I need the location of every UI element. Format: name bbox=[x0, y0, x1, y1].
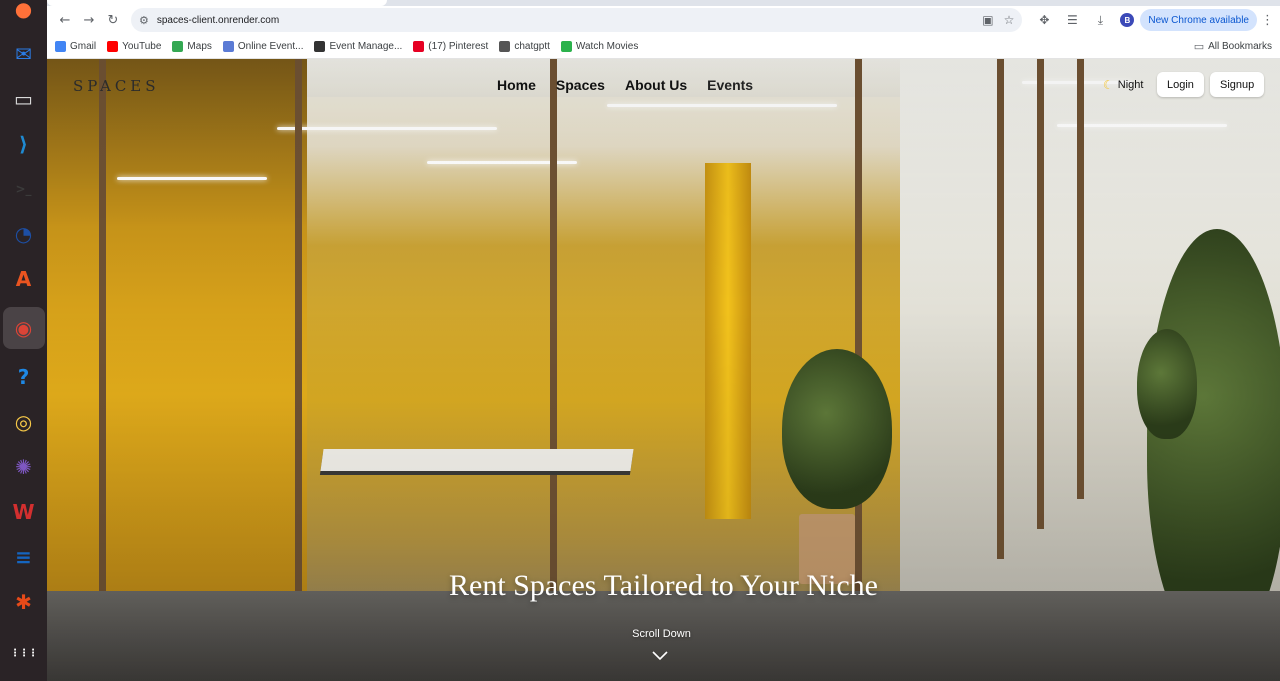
bookmark-item[interactable]: Watch Movies bbox=[560, 40, 639, 52]
signup-button[interactable]: Signup bbox=[1210, 72, 1265, 97]
bookmark-label: Maps bbox=[187, 40, 212, 52]
bookmark-label: chatgptt bbox=[514, 40, 550, 52]
bookmark-label: Event Manage... bbox=[329, 40, 403, 52]
wps-icon[interactable]: W bbox=[7, 495, 41, 529]
show-apps-icon[interactable]: ⋮⋮⋮ bbox=[10, 637, 38, 671]
bookmark-favicon-icon bbox=[172, 40, 184, 52]
forward-icon[interactable]: → bbox=[77, 9, 101, 31]
bookmark-favicon-icon bbox=[499, 40, 511, 52]
download-icon[interactable]: ⤓ bbox=[1089, 9, 1111, 31]
nav-about-us[interactable]: About Us bbox=[625, 77, 687, 93]
all-bookmarks-label: All Bookmarks bbox=[1208, 40, 1272, 52]
network-icon[interactable]: ✺ bbox=[7, 450, 41, 484]
nav-events[interactable]: Events bbox=[707, 77, 753, 93]
ubuntu-dock: ● ✉ ▭ ⟩ >_ ◔ A ◉? ◎ ✺ W ≡ ✱ ⋮⋮⋮ bbox=[0, 0, 47, 681]
bookmark-label: Watch Movies bbox=[575, 40, 639, 52]
app-center-icon[interactable]: A bbox=[7, 262, 41, 296]
site-nav: Home Spaces About Us Events bbox=[497, 77, 753, 93]
folder-icon: ▭ bbox=[1193, 39, 1205, 53]
bookmark-label: (17) Pinterest bbox=[428, 40, 489, 52]
bookmarks-bar: Gmail YouTube Maps Online Event... Event Man… bbox=[47, 34, 1280, 59]
bookmark-item[interactable]: YouTube bbox=[107, 40, 162, 52]
bookmark-item[interactable]: Event Manage... bbox=[314, 40, 403, 52]
bookmark-star-icon[interactable]: ☆ bbox=[1004, 13, 1015, 27]
theme-label: Night bbox=[1117, 79, 1144, 91]
tab-strip bbox=[47, 0, 1280, 6]
profile-avatar[interactable]: B bbox=[1120, 13, 1135, 27]
site-logo[interactable]: SPACES bbox=[73, 77, 160, 95]
files-icon[interactable]: ▭ bbox=[7, 82, 41, 116]
all-bookmarks-button[interactable]: ▭ All Bookmarks bbox=[1194, 40, 1272, 53]
settings-icon[interactable]: ✱ bbox=[7, 585, 41, 619]
bookmark-label: YouTube bbox=[122, 40, 162, 52]
bookmark-item[interactable]: Online Event... bbox=[222, 40, 304, 52]
active-tab[interactable] bbox=[47, 0, 387, 6]
bookmark-item[interactable]: chatgptt bbox=[499, 40, 550, 52]
reload-icon[interactable]: ↻ bbox=[101, 9, 125, 31]
timer-icon[interactable]: ◔ bbox=[7, 217, 41, 251]
nav-home[interactable]: Home bbox=[497, 77, 536, 93]
address-bar[interactable]: ⚙ spaces-client.onrender.com ▣ ☆ bbox=[131, 8, 1023, 32]
chrome-update-button[interactable]: New Chrome available bbox=[1140, 9, 1257, 31]
browser-toolbar: ← → ↻ ⚙ spaces-client.onrender.com ▣ ☆ ✥… bbox=[47, 6, 1280, 34]
bookmark-item[interactable]: (17) Pinterest bbox=[413, 40, 489, 52]
extensions-icon[interactable]: ✥ bbox=[1033, 9, 1055, 31]
page-viewport: SPACES Home Spaces About Us Events ☾ Nig… bbox=[47, 59, 1280, 681]
rhythmbox-icon[interactable]: ◎ bbox=[7, 405, 41, 439]
bookmark-label: Online Event... bbox=[237, 40, 304, 52]
vscode-icon[interactable]: ⟩ bbox=[7, 127, 41, 161]
terminal-icon[interactable]: >_ bbox=[7, 172, 41, 206]
bookmark-favicon-icon bbox=[314, 40, 326, 52]
moon-icon: ☾ bbox=[1103, 78, 1114, 92]
bookmark-favicon-icon bbox=[55, 40, 66, 52]
thunderbird-icon[interactable]: ✉ bbox=[7, 37, 41, 71]
firefox-icon[interactable]: ● bbox=[7, 0, 41, 26]
reading-list-icon[interactable]: ☰ bbox=[1061, 9, 1083, 31]
help-icon[interactable]: ? bbox=[7, 360, 41, 394]
browser-window: ← → ↻ ⚙ spaces-client.onrender.com ▣ ☆ ✥… bbox=[47, 0, 1280, 681]
hero-headline: Rent Spaces Tailored to Your Niche bbox=[449, 569, 878, 602]
bookmark-item[interactable]: Gmail bbox=[55, 40, 97, 52]
scroll-down-label[interactable]: Scroll Down bbox=[47, 628, 1276, 640]
back-icon[interactable]: ← bbox=[53, 9, 77, 31]
bookmark-favicon-icon bbox=[107, 40, 119, 52]
chrome-menu-icon[interactable]: ⋮ bbox=[1261, 13, 1274, 28]
bookmark-favicon-icon bbox=[413, 40, 425, 52]
url-text[interactable]: spaces-client.onrender.com bbox=[157, 15, 972, 26]
login-button[interactable]: Login bbox=[1157, 72, 1204, 97]
theme-toggle[interactable]: ☾ Night bbox=[1103, 78, 1143, 92]
chevron-down-icon[interactable] bbox=[652, 648, 668, 664]
writer-icon[interactable]: ≡ bbox=[7, 540, 41, 574]
bookmark-label: Gmail bbox=[70, 40, 97, 52]
chrome-icon[interactable]: ◉ bbox=[2, 307, 45, 349]
site-info-icon[interactable]: ⚙ bbox=[139, 14, 149, 27]
cast-icon[interactable]: ▣ bbox=[982, 13, 993, 27]
bookmark-favicon-icon bbox=[560, 40, 572, 52]
bookmark-favicon-icon bbox=[222, 40, 234, 52]
bookmark-item[interactable]: Maps bbox=[172, 40, 212, 52]
nav-spaces[interactable]: Spaces bbox=[556, 77, 605, 93]
